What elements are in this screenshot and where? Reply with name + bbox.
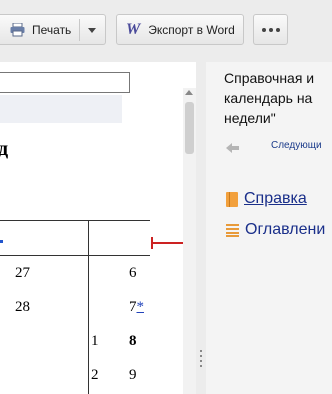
contents-link[interactable]: Оглавлени <box>226 221 325 239</box>
more-dots-icon <box>261 27 280 32</box>
panel-title: Справочная и календарь на недели" <box>224 70 315 126</box>
scroll-thumb[interactable] <box>185 102 194 154</box>
table-cell: 2 <box>91 367 99 383</box>
table-cell: 7* <box>129 299 145 315</box>
table-cell: 27 <box>15 265 30 281</box>
toolbar: Печать W Экспорт в Word <box>0 0 332 62</box>
column-resize-marker[interactable] <box>151 237 187 249</box>
print-label: Печать <box>32 22 72 37</box>
scroll-up-icon[interactable] <box>185 90 193 95</box>
table-cell: 8 <box>129 333 137 349</box>
table-marker <box>0 240 3 243</box>
document-header-band <box>0 95 122 123</box>
info-panel: Справочная и календарь на недели" Следую… <box>206 62 332 394</box>
document-view[interactable]: д 27 6 28 7* 1 8 2 9 <box>0 62 196 394</box>
export-word-label: Экспорт в Word <box>148 22 235 37</box>
print-divider <box>79 19 80 41</box>
document-heading: д <box>0 138 9 160</box>
book-icon <box>226 191 238 207</box>
document-scrollbar[interactable] <box>183 88 196 394</box>
pane-splitter[interactable] <box>196 62 206 394</box>
prev-button[interactable] <box>226 140 239 153</box>
splitter-grip-icon <box>200 350 202 367</box>
table-cell: 6 <box>129 265 137 281</box>
export-word-button[interactable]: W Экспорт в Word <box>116 14 244 45</box>
table-cell: 9 <box>129 367 137 383</box>
more-options-button[interactable] <box>253 14 288 45</box>
table-cell: 28 <box>15 299 30 315</box>
printer-icon <box>10 22 25 37</box>
list-icon <box>226 223 239 237</box>
next-link[interactable]: Следующи <box>271 140 322 151</box>
chevron-down-icon[interactable] <box>88 28 96 33</box>
footnote-link[interactable]: * <box>137 299 145 315</box>
table-cell: 1 <box>91 333 99 349</box>
arrow-left-icon <box>226 140 239 153</box>
print-button[interactable]: Печать <box>0 14 106 45</box>
document-frame <box>0 72 130 93</box>
word-icon: W <box>126 20 141 38</box>
reference-label: Справка <box>244 190 307 207</box>
contents-label: Оглавлени <box>245 221 326 238</box>
reference-link[interactable]: Справка <box>226 190 307 208</box>
